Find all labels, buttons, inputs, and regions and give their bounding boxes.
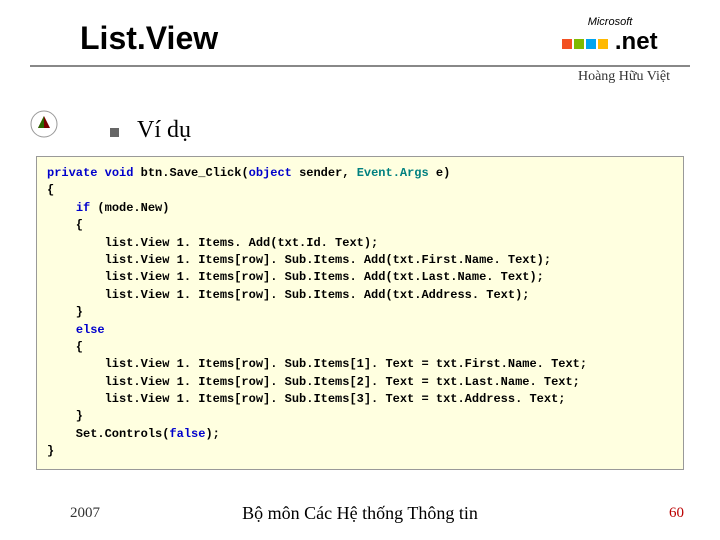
footer: 2007 Bộ môn Các Hệ thống Thông tin 60 (0, 505, 720, 522)
logo-product: .net (615, 28, 658, 55)
logo-company: Microsoft (562, 16, 657, 28)
decorative-logo-icon (30, 110, 58, 138)
logo-microsoft-net: Microsoft .net (540, 8, 680, 63)
author-name: Hoàng Hữu Việt (0, 69, 670, 85)
footer-year: 2007 (70, 505, 100, 522)
divider (30, 65, 690, 67)
code-block: private void btn.Save_Click(object sende… (36, 156, 684, 470)
bullet-icon (110, 128, 119, 137)
section-heading: Ví dụ (137, 117, 191, 144)
footer-department: Bộ môn Các Hệ thống Thông tin (242, 503, 478, 524)
page-number: 60 (669, 505, 684, 522)
